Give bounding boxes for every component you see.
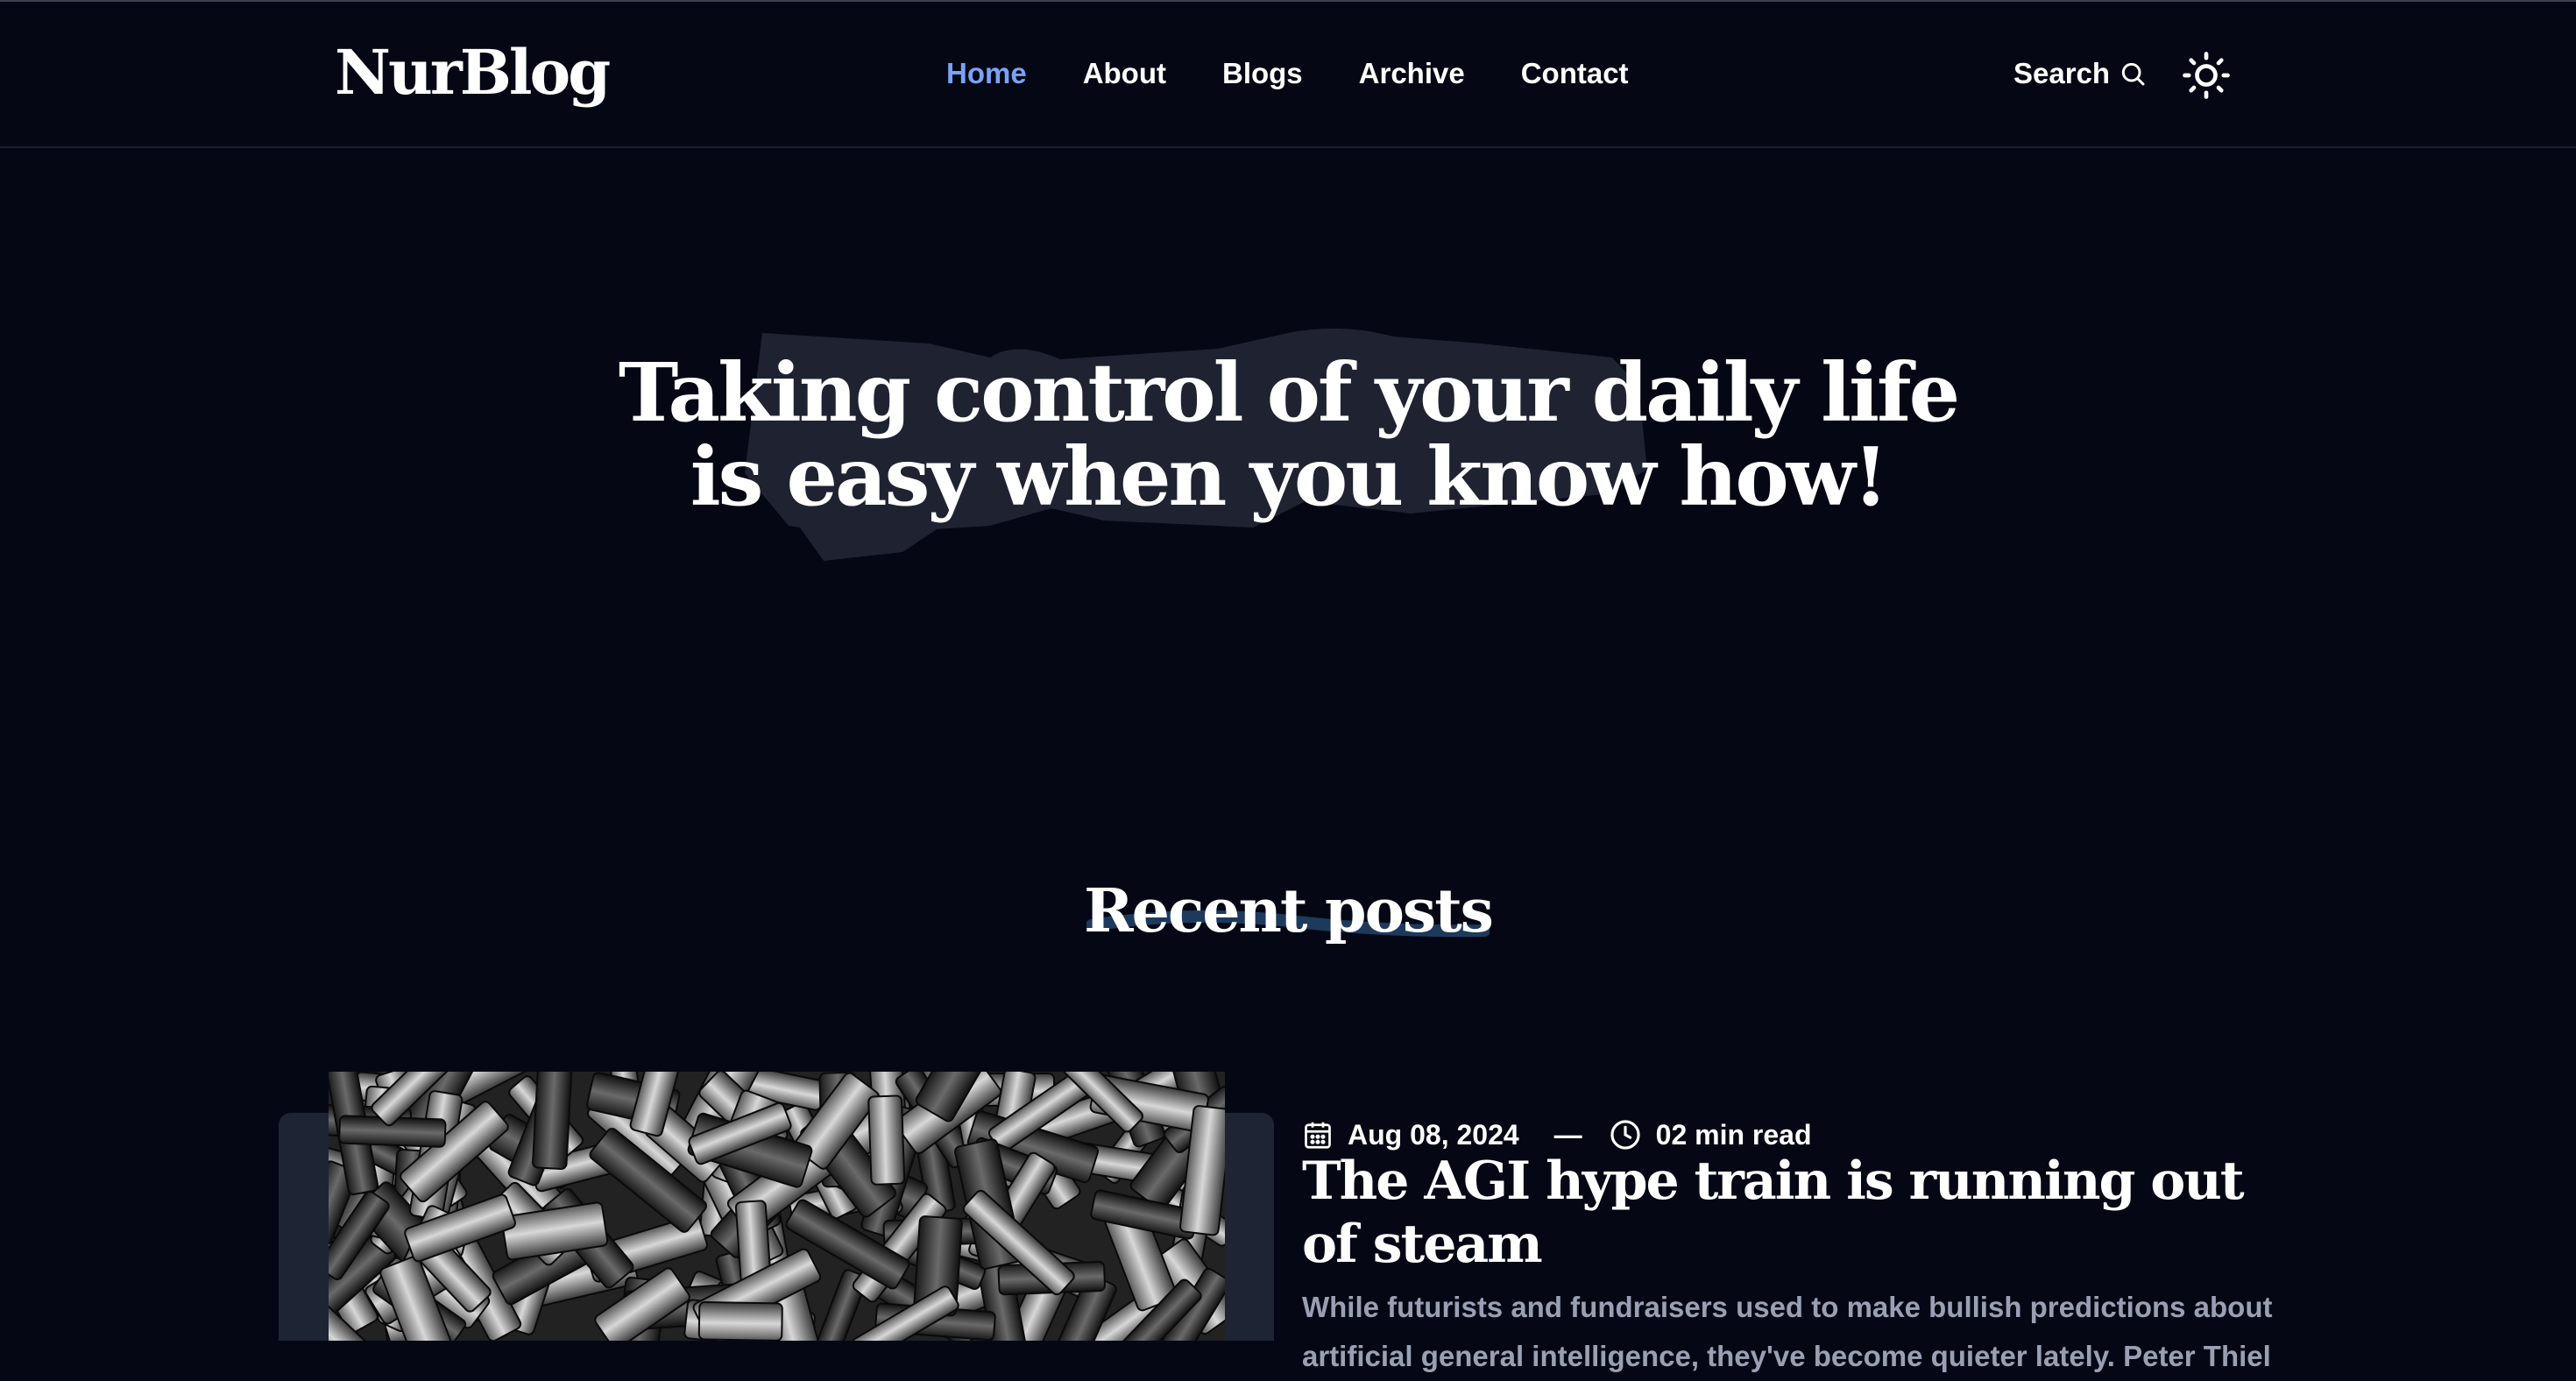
clock-icon [1610,1120,1640,1150]
nav-home[interactable]: Home [946,51,1027,96]
post-title[interactable]: The AGI hype train is running out of ste… [1302,1150,2266,1276]
post-read-time: 02 min read [1655,1118,1812,1151]
post-thumbnail[interactable] [329,1072,1225,1341]
hero-heading: Taking control of your daily life is eas… [0,351,2576,519]
hero-section: Taking control of your daily life is eas… [0,263,2576,613]
post-excerpt: While futurists and fundraisers used to … [1302,1291,2273,1372]
post-date: Aug 08, 2024 [1348,1118,1519,1151]
search-button[interactable]: Search [2013,51,2147,96]
calendar-icon [1305,1122,1331,1149]
recent-posts-heading-section: Recent posts [0,868,2576,955]
nav-archive[interactable]: Archive [1359,51,1465,96]
search-label: Search [2013,57,2111,89]
search-icon [2121,62,2145,86]
site-logo[interactable]: NurBlog [335,33,611,112]
sun-icon[interactable] [2182,51,2231,100]
recent-posts-heading: Recent posts [1084,876,1494,946]
batteries-image [329,1072,1225,1341]
hero-line-2: is easy when you know how! [690,429,1889,524]
nav-about[interactable]: About [1083,51,1166,96]
main-nav: Home About Blogs Archive Contact [946,51,1629,96]
meta-separator: — [1553,1118,1582,1151]
site-header: NurBlog Home About Blogs Archive Contact… [0,0,2576,148]
nav-blogs[interactable]: Blogs [1222,51,1303,96]
hero-line-1: Taking control of your daily life [618,345,1960,440]
nav-contact[interactable]: Contact [1521,51,1629,96]
